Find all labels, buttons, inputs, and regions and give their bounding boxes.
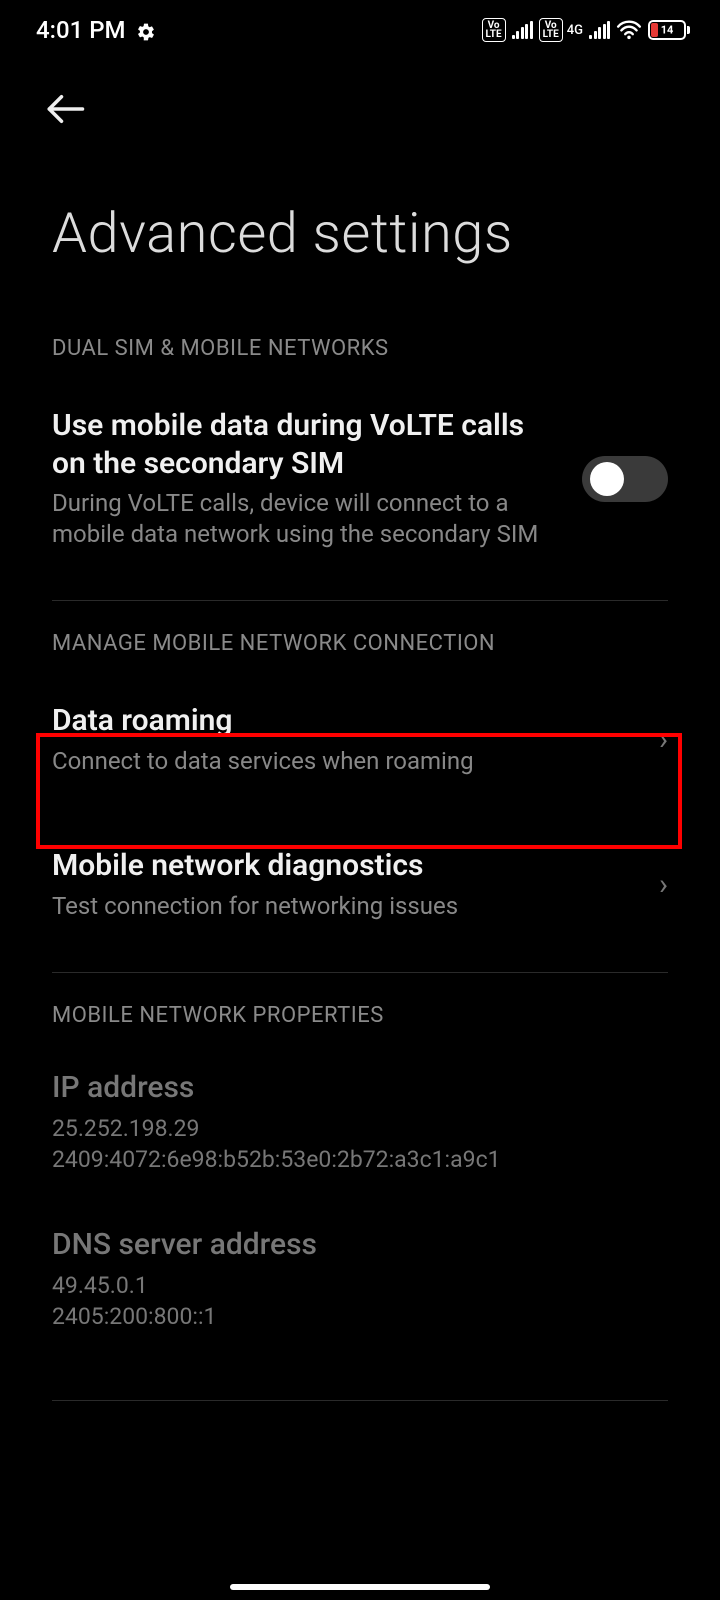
volte-icon: Vo LTE (539, 18, 563, 42)
data-roaming-row[interactable]: Data roaming Connect to data services wh… (0, 674, 720, 807)
wifi-icon (616, 19, 642, 41)
status-time: 4:01 PM (36, 16, 126, 44)
volte-data-toggle[interactable] (582, 456, 668, 502)
row-title: Data roaming (52, 702, 633, 740)
dns-v4: 49.45.0.1 (52, 1270, 668, 1301)
battery-icon: 14 (648, 20, 690, 40)
network-diagnostics-row[interactable]: Mobile network diagnostics Test connecti… (0, 807, 720, 952)
settings-sync-icon (136, 20, 156, 40)
divider (52, 1400, 668, 1401)
row-title: Use mobile data during VoLTE calls on th… (52, 407, 556, 482)
chevron-right-icon: › (659, 867, 668, 902)
signal-icon (512, 21, 533, 39)
network-type-label: 4G (567, 25, 583, 36)
ip-address-row: IP address 25.252.198.29 2409:4072:6e98:… (0, 1046, 720, 1183)
row-subtitle: During VoLTE calls, device will connect … (52, 488, 556, 550)
prop-title: IP address (52, 1070, 668, 1105)
volte-icon: Vo LTE (482, 18, 506, 42)
dns-v6: 2405:200:800::1 (52, 1301, 668, 1332)
section-header-network-props: MOBILE NETWORK PROPERTIES (0, 973, 720, 1046)
back-icon[interactable] (44, 115, 86, 134)
row-subtitle: Test connection for networking issues (52, 891, 633, 922)
home-indicator[interactable] (230, 1584, 490, 1590)
page-title: Advanced settings (0, 134, 720, 306)
prop-title: DNS server address (52, 1227, 668, 1262)
signal-icon (589, 21, 610, 39)
row-subtitle: Connect to data services when roaming (52, 746, 633, 777)
volte-data-toggle-row[interactable]: Use mobile data during VoLTE calls on th… (0, 379, 720, 580)
status-bar: 4:01 PM Vo LTE Vo LTE 4G 14 (0, 0, 720, 60)
chevron-right-icon: › (659, 722, 668, 757)
row-title: Mobile network diagnostics (52, 847, 633, 885)
section-header-manage-network: MANAGE MOBILE NETWORK CONNECTION (0, 601, 720, 674)
ip-v6: 2409:4072:6e98:b52b:53e0:2b72:a3c1:a9c1 (52, 1144, 668, 1175)
dns-address-row: DNS server address 49.45.0.1 2405:200:80… (0, 1183, 720, 1340)
ip-v4: 25.252.198.29 (52, 1113, 668, 1144)
section-header-dualsim: DUAL SIM & MOBILE NETWORKS (0, 306, 720, 379)
